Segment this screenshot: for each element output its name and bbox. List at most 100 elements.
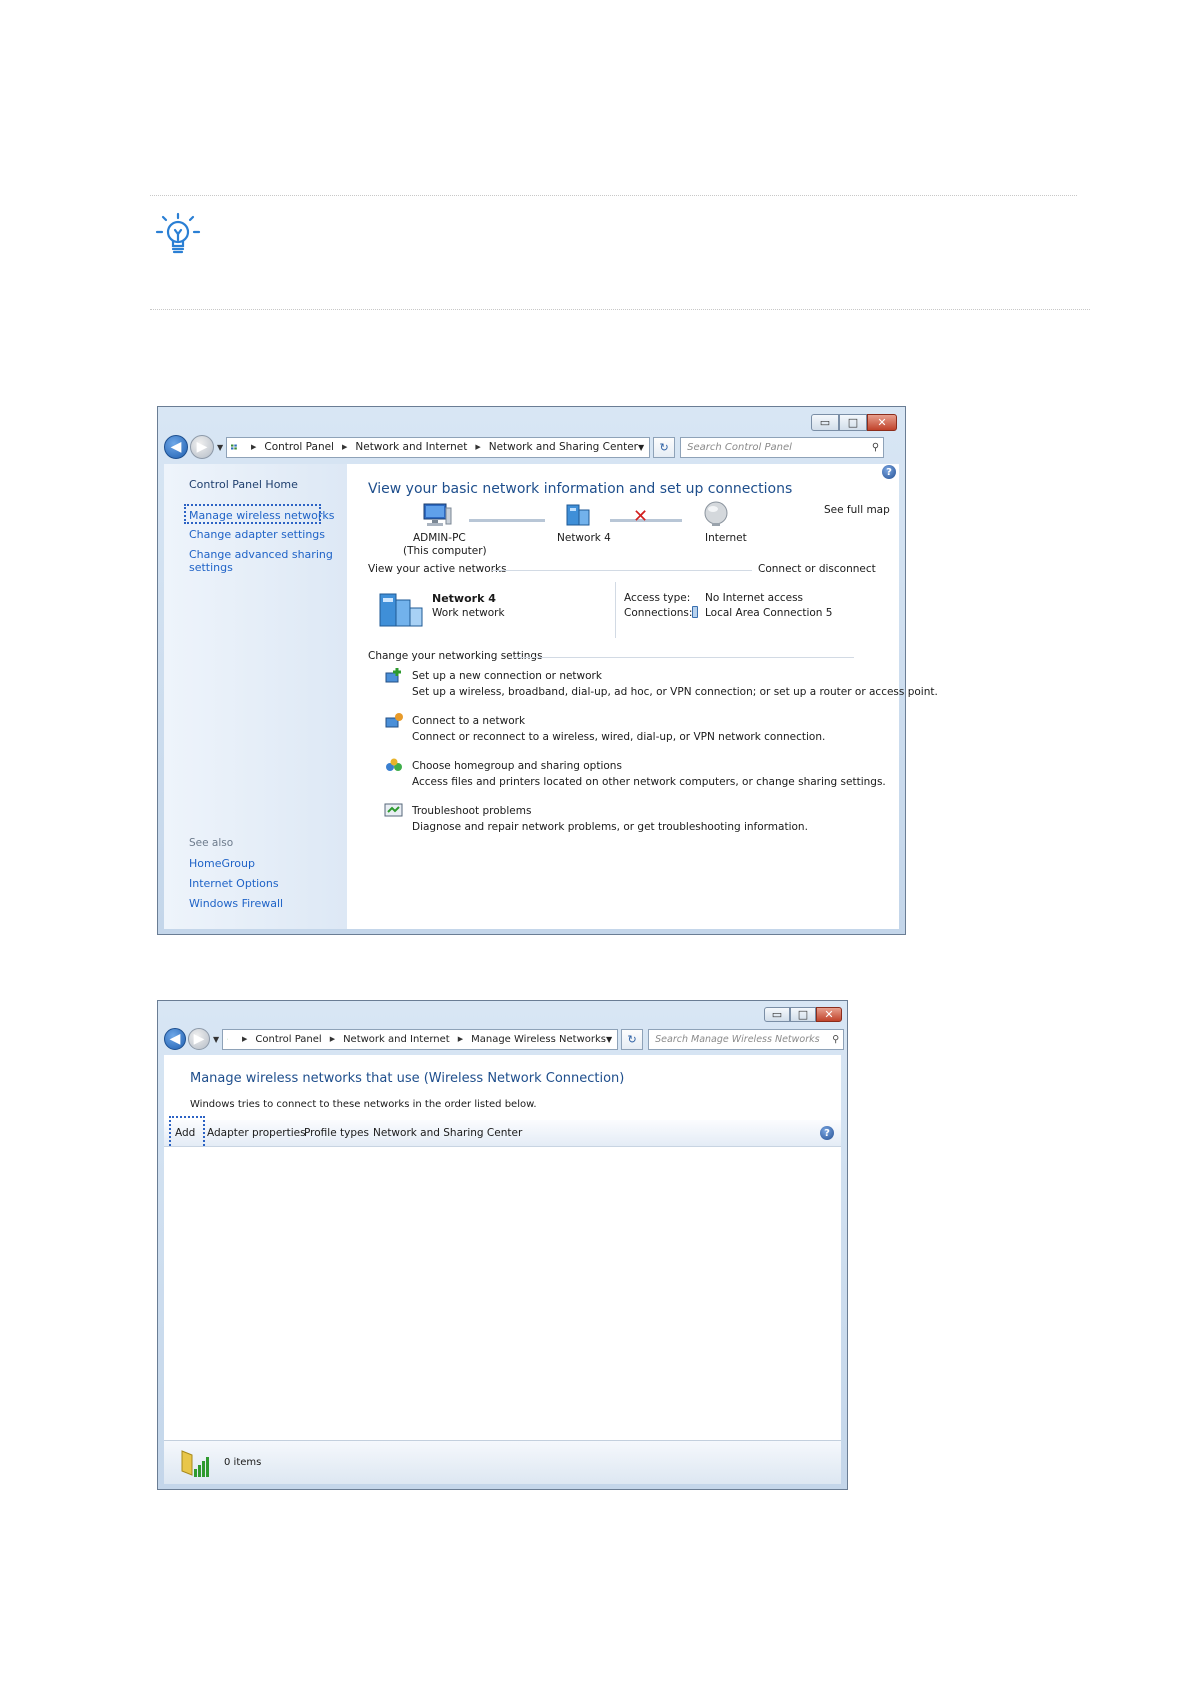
breadcrumb-separator-icon: ▶ [250, 443, 257, 451]
page-title: Manage wireless networks that use (Wirel… [190, 1071, 625, 1086]
search-placeholder: Search Manage Wireless Networks [655, 1033, 820, 1045]
breadcrumb-network-internet[interactable]: Network and Internet [355, 441, 467, 453]
map-link-line [469, 519, 545, 522]
disconnected-x-icon: ✕ [633, 506, 649, 527]
network-sharing-center-button[interactable]: Network and Sharing Center [373, 1127, 522, 1139]
address-dropdown-icon[interactable]: ▼ [638, 443, 644, 452]
computer-sub: (This computer) [403, 545, 487, 557]
breadcrumb-control-panel[interactable]: Control Panel [264, 441, 334, 453]
troubleshoot-icon [384, 803, 403, 817]
task-connect-link[interactable]: Connect to a network [412, 715, 525, 727]
help-icon[interactable]: ? [882, 465, 896, 479]
work-network-icon [379, 593, 423, 627]
breadcrumb-network-internet[interactable]: Network and Internet [343, 1034, 450, 1045]
access-type-value: No Internet access [705, 592, 804, 604]
address-row: ◀ ▶ ▼ ▶ Control Panel ▶ Network and Inte… [164, 435, 885, 459]
wireless-networks-icon [181, 1450, 209, 1477]
connect-network-icon [385, 713, 403, 728]
settings-label: Change your networking settings [368, 650, 543, 662]
globe-icon [704, 501, 728, 526]
connections-label: Connections: [624, 607, 693, 619]
sidebar-item-advanced-sharing[interactable]: Change advanced sharing [189, 548, 333, 561]
tip-top-divider [150, 195, 1077, 196]
computer-icon [423, 503, 452, 526]
breadcrumb-manage-wireless[interactable]: Manage Wireless Networks [471, 1034, 606, 1045]
computer-name: ADMIN-PC [413, 532, 466, 544]
history-dropdown-icon[interactable]: ▼ [213, 1035, 219, 1044]
breadcrumb-network-sharing-center[interactable]: Network and Sharing Center [489, 441, 638, 453]
breadcrumb-separator-icon: ▶ [475, 443, 481, 451]
address-dropdown-icon[interactable]: ▼ [606, 1035, 612, 1044]
back-button[interactable]: ◀ [164, 435, 188, 459]
refresh-button[interactable]: ↻ [621, 1028, 644, 1050]
window-content: Control Panel Home Manage wireless netwo… [164, 464, 938, 929]
tip-bottom-divider [150, 309, 1090, 310]
sidebar-control-panel-home[interactable]: Control Panel Home [189, 478, 298, 491]
address-bar[interactable]: ▶ Control Panel ▶ Network and Internet ▶… [226, 436, 651, 458]
minimize-button[interactable]: ▭ [811, 414, 839, 431]
task-homegroup-desc: Access files and printers located on oth… [412, 776, 886, 788]
sidebar-item-manage-wireless[interactable]: Manage wireless networks [189, 509, 334, 522]
ethernet-icon [692, 606, 698, 618]
see-also-homegroup[interactable]: HomeGroup [189, 857, 255, 870]
homegroup-icon [386, 758, 402, 771]
breadcrumb-control-panel[interactable]: Control Panel [255, 1034, 321, 1045]
network-list[interactable] [164, 1148, 841, 1440]
sidebar-item-adapter-settings[interactable]: Change adapter settings [189, 528, 325, 541]
task-homegroup-link[interactable]: Choose homegroup and sharing options [412, 760, 622, 772]
forward-button[interactable]: ▶ [190, 435, 214, 459]
adapter-properties-button[interactable]: Adapter properties [207, 1127, 306, 1139]
info-divider [615, 582, 616, 638]
breadcrumb-separator-icon: ▶ [457, 1035, 464, 1043]
access-type-label: Access type: [624, 592, 691, 604]
see-also-internet-options[interactable]: Internet Options [189, 877, 279, 890]
minimize-button[interactable]: ▭ [764, 1007, 790, 1022]
see-also-windows-firewall[interactable]: Windows Firewall [189, 897, 283, 910]
close-button[interactable]: ✕ [867, 414, 897, 431]
local-area-connection-link[interactable]: Local Area Connection 5 [705, 607, 832, 619]
back-button[interactable]: ◀ [164, 1028, 186, 1050]
search-input[interactable]: Search Manage Wireless Networks ⚲ [648, 1028, 845, 1050]
see-also-label: See also [189, 837, 234, 849]
network-icon [566, 504, 590, 526]
map-network-name: Network 4 [557, 532, 611, 544]
active-networks-label: View your active networks [368, 563, 507, 575]
maximize-button[interactable]: □ [790, 1007, 816, 1022]
connect-disconnect-link[interactable]: Connect or disconnect [758, 563, 876, 575]
breadcrumb-separator-icon: ▶ [241, 1035, 248, 1043]
network-sharing-center-window: ▭ □ ✕ ◀ ▶ ▼ ▶ Control Panel ▶ Network an… [157, 406, 938, 935]
network-name: Network 4 [432, 592, 496, 605]
window-controls: ▭ □ ✕ [811, 414, 897, 431]
search-placeholder: Search Control Panel [687, 441, 792, 453]
status-bar [164, 1440, 841, 1484]
search-input[interactable]: Search Control Panel ⚲ [680, 436, 885, 458]
search-icon: ⚲ [832, 1033, 840, 1045]
maximize-button[interactable]: □ [839, 414, 867, 431]
page-title: View your basic network information and … [368, 481, 793, 497]
history-dropdown-icon[interactable]: ▼ [217, 443, 223, 452]
close-button[interactable]: ✕ [816, 1007, 842, 1022]
map-internet-label: Internet [705, 532, 747, 544]
breadcrumb-separator-icon: ▶ [341, 443, 348, 451]
task-new-connection-link[interactable]: Set up a new connection or network [412, 670, 602, 682]
wireless-signal-icon [227, 1038, 228, 1040]
refresh-button[interactable]: ↻ [653, 436, 676, 458]
sidebar-item-advanced-sharing-cont[interactable]: settings [189, 561, 233, 574]
section-divider [492, 570, 752, 571]
profile-types-button[interactable]: Profile types [304, 1127, 369, 1139]
task-troubleshoot-desc: Diagnose and repair network problems, or… [412, 821, 808, 833]
address-row: ◀ ▶ ▼ ▶ Control Panel ▶ Network and Inte… [164, 1028, 845, 1050]
status-item-count: 0 items [224, 1457, 262, 1468]
settings-divider [514, 657, 854, 658]
address-bar[interactable]: ▶ Control Panel ▶ Network and Internet ▶… [222, 1028, 619, 1050]
new-connection-icon [385, 668, 401, 683]
network-type-link[interactable]: Work network [432, 607, 505, 619]
forward-button[interactable]: ▶ [188, 1028, 210, 1050]
add-button[interactable]: Add [175, 1127, 195, 1139]
lightbulb-icon [155, 212, 201, 254]
task-troubleshoot-link[interactable]: Troubleshoot problems [412, 805, 531, 817]
page-subtitle: Windows tries to connect to these networ… [190, 1099, 537, 1110]
help-icon[interactable]: ? [820, 1126, 834, 1140]
see-full-map-link[interactable]: See full map [824, 504, 890, 516]
breadcrumb-separator-icon: ▶ [329, 1035, 336, 1043]
